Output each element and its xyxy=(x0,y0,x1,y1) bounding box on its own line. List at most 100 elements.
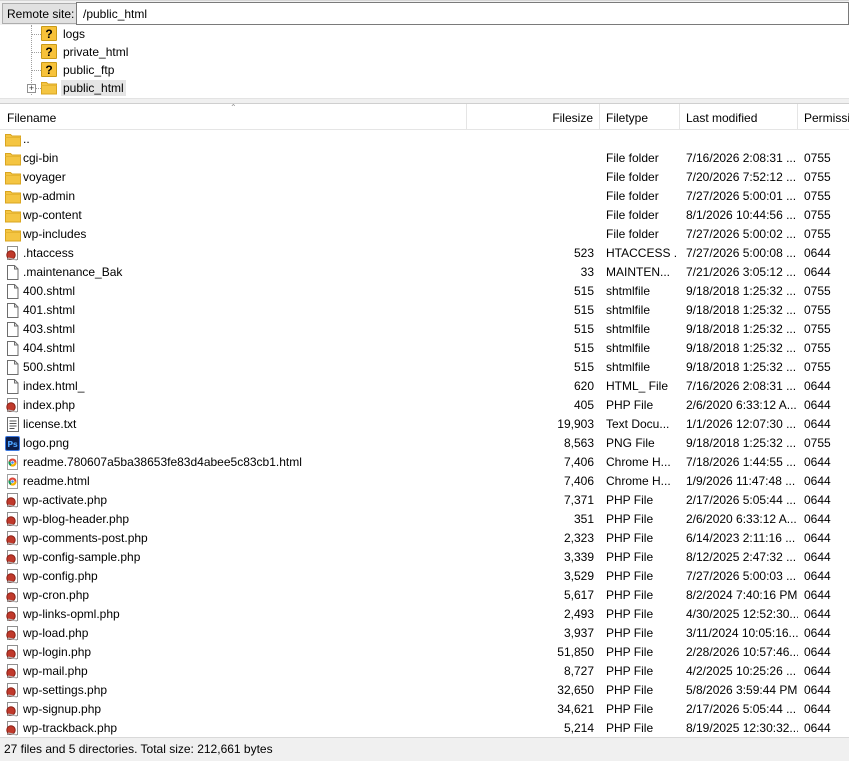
file-icon xyxy=(5,379,21,394)
file-type: File folder xyxy=(606,170,659,184)
tree-item-label: public_ftp xyxy=(63,63,115,77)
file-row[interactable]: Ps logo.png 8,563 PNG File 9/18/2018 1:25:32… xyxy=(0,434,849,453)
file-row[interactable]: wp-load.php 3,937 PHP File 3/11/2024 10:05:… xyxy=(0,624,849,643)
file-size xyxy=(470,225,594,244)
file-type: PHP File xyxy=(606,607,654,621)
file-size: 351 xyxy=(573,512,594,526)
file-type: PHP File xyxy=(606,550,654,564)
tree-item-public-ftp[interactable]: ? public_ftp xyxy=(0,61,849,80)
file-row[interactable]: wp-config-sample.php 3,339 PHP File 8/12/20… xyxy=(0,548,849,567)
script-file-icon xyxy=(5,702,21,717)
file-size: 515 xyxy=(573,341,594,355)
file-name: wp-settings.php xyxy=(23,683,108,697)
file-type: shtmlfile xyxy=(606,341,651,355)
file-last-modified: 8/2/2024 7:40:16 PM xyxy=(686,588,798,602)
file-size: 32,650 xyxy=(557,683,594,697)
file-last-modified: 7/27/2026 5:00:02 ... xyxy=(686,227,797,241)
file-row[interactable]: wp-login.php 51,850 PHP File 2/28/2026 10:5… xyxy=(0,643,849,662)
file-row[interactable]: wp-includes File folder 7/27/2026 5:00:02 … xyxy=(0,225,849,244)
file-row[interactable]: wp-cron.php 5,617 PHP File 8/2/2024 7:40:16… xyxy=(0,586,849,605)
file-permissions xyxy=(804,130,849,149)
file-row[interactable]: 500.shtml 515 shtmlfile 9/18/2018 1:25:32 .… xyxy=(0,358,849,377)
file-row[interactable]: license.txt 19,903 Text Docu... 1/1/2026 12… xyxy=(0,415,849,434)
file-row[interactable]: readme.html 7,406 Chrome H... 1/9/2026 11:4… xyxy=(0,472,849,491)
tree-item-public-html[interactable]: + public_html xyxy=(0,79,849,98)
file-name: wp-signup.php xyxy=(23,702,102,716)
remote-site-label: Remote site: xyxy=(2,3,80,24)
file-permissions: 0644 xyxy=(804,455,831,469)
file-row[interactable]: wp-signup.php 34,621 PHP File 2/17/2026 5:0… xyxy=(0,700,849,719)
file-type: PHP File xyxy=(606,626,654,640)
file-last-modified: 9/18/2018 1:25:32 ... xyxy=(686,303,797,317)
file-icon xyxy=(5,284,21,299)
file-type: Chrome H... xyxy=(606,474,671,488)
file-last-modified: 6/14/2023 2:11:16 ... xyxy=(686,531,796,545)
file-row[interactable]: voyager File folder 7/20/2026 7:52:12 ... 0… xyxy=(0,168,849,187)
file-row[interactable]: .maintenance_Bak 33 MAINTEN... 7/21/2026 3:… xyxy=(0,263,849,282)
tree-item-private-html[interactable]: ? private_html xyxy=(0,43,849,62)
file-last-modified xyxy=(686,130,798,149)
column-header-filesize[interactable]: Filesize xyxy=(467,104,600,130)
file-size: 2,493 xyxy=(563,607,594,621)
file-row[interactable]: 401.shtml 515 shtmlfile 9/18/2018 1:25:32 .… xyxy=(0,301,849,320)
file-row[interactable]: index.html_ 620 HTML_ File 7/16/2026 2:08:3… xyxy=(0,377,849,396)
script-file-icon xyxy=(5,398,21,413)
tree-item-logs[interactable]: ? logs xyxy=(0,25,849,44)
file-last-modified: 1/1/2026 12:07:30 ... xyxy=(686,417,797,431)
expand-icon[interactable]: + xyxy=(27,84,36,93)
file-last-modified: 9/18/2018 1:25:32 ... xyxy=(686,322,797,336)
parent-directory-row[interactable]: .. xyxy=(0,130,849,149)
file-permissions: 0755 xyxy=(804,322,831,336)
file-row[interactable]: 400.shtml 515 shtmlfile 9/18/2018 1:25:32 .… xyxy=(0,282,849,301)
file-row[interactable]: wp-mail.php 8,727 PHP File 4/2/2025 10:25:2… xyxy=(0,662,849,681)
folder-icon xyxy=(5,170,21,185)
file-row[interactable]: wp-activate.php 7,371 PHP File 2/17/2026 5:… xyxy=(0,491,849,510)
column-header-permissions[interactable]: Permissi xyxy=(798,104,849,130)
file-last-modified: 7/21/2026 3:05:12 ... xyxy=(686,265,797,279)
column-header-last-modified[interactable]: Last modified xyxy=(680,104,798,130)
file-permissions: 0755 xyxy=(804,189,831,203)
column-header-filetype[interactable]: Filetype xyxy=(600,104,680,130)
file-name: .. xyxy=(23,132,30,146)
file-row[interactable]: .htaccess 523 HTACCESS ... 7/27/2026 5:00:0… xyxy=(0,244,849,263)
file-icon xyxy=(5,265,21,280)
file-row[interactable]: wp-config.php 3,529 PHP File 7/27/2026 5:00… xyxy=(0,567,849,586)
file-row[interactable]: cgi-bin File folder 7/16/2026 2:08:31 ... 0… xyxy=(0,149,849,168)
file-last-modified: 4/2/2025 10:25:26 ... xyxy=(686,664,797,678)
file-row[interactable]: wp-blog-header.php 351 PHP File 2/6/2020 6:… xyxy=(0,510,849,529)
remote-path-input[interactable] xyxy=(76,2,849,25)
file-last-modified: 2/6/2020 6:33:12 A... xyxy=(686,398,797,412)
file-last-modified: 2/6/2020 6:33:12 A... xyxy=(686,512,797,526)
file-row[interactable]: wp-settings.php 32,650 PHP File 5/8/2026 3:… xyxy=(0,681,849,700)
file-size: 515 xyxy=(573,322,594,336)
file-row[interactable]: wp-trackback.php 5,214 PHP File 8/19/2025 1… xyxy=(0,719,849,736)
file-type: File folder xyxy=(606,227,659,241)
file-row[interactable]: 404.shtml 515 shtmlfile 9/18/2018 1:25:32 .… xyxy=(0,339,849,358)
file-type: shtmlfile xyxy=(606,322,651,336)
tree-connector xyxy=(32,70,41,71)
file-last-modified: 2/28/2026 10:57:46... xyxy=(686,645,798,659)
file-size xyxy=(470,168,594,187)
file-row[interactable]: wp-admin File folder 7/27/2026 5:00:01 ...… xyxy=(0,187,849,206)
file-type: PHP File xyxy=(606,664,654,678)
file-name: readme.html xyxy=(23,474,90,488)
file-name: wp-config.php xyxy=(23,569,98,583)
file-type: shtmlfile xyxy=(606,284,651,298)
file-row[interactable]: wp-comments-post.php 2,323 PHP File 6/14/20… xyxy=(0,529,849,548)
file-size: 5,214 xyxy=(563,721,594,735)
script-file-icon xyxy=(5,246,21,261)
file-row[interactable]: wp-links-opml.php 2,493 PHP File 4/30/2025 … xyxy=(0,605,849,624)
file-name: .maintenance_Bak xyxy=(23,265,123,279)
file-row[interactable]: 403.shtml 515 shtmlfile 9/18/2018 1:25:32 .… xyxy=(0,320,849,339)
file-row[interactable]: readme.780607a5ba38653fe83d4abee5c83cb1.… xyxy=(0,453,849,472)
file-last-modified: 8/19/2025 12:30:32... xyxy=(686,721,798,735)
file-row[interactable]: wp-content File folder 8/1/2026 10:44:56 .… xyxy=(0,206,849,225)
file-size: 3,937 xyxy=(563,626,594,640)
file-last-modified: 8/12/2025 2:47:32 ... xyxy=(686,550,797,564)
file-name: wp-login.php xyxy=(23,645,92,659)
column-header-filename[interactable]: Filename xyxy=(0,104,467,130)
file-name: index.php xyxy=(23,398,76,412)
file-row[interactable]: index.php 405 PHP File 2/6/2020 6:33:12 A..… xyxy=(0,396,849,415)
file-last-modified: 7/27/2026 5:00:03 ... xyxy=(686,569,797,583)
unknown-folder-icon: ? xyxy=(41,62,57,77)
